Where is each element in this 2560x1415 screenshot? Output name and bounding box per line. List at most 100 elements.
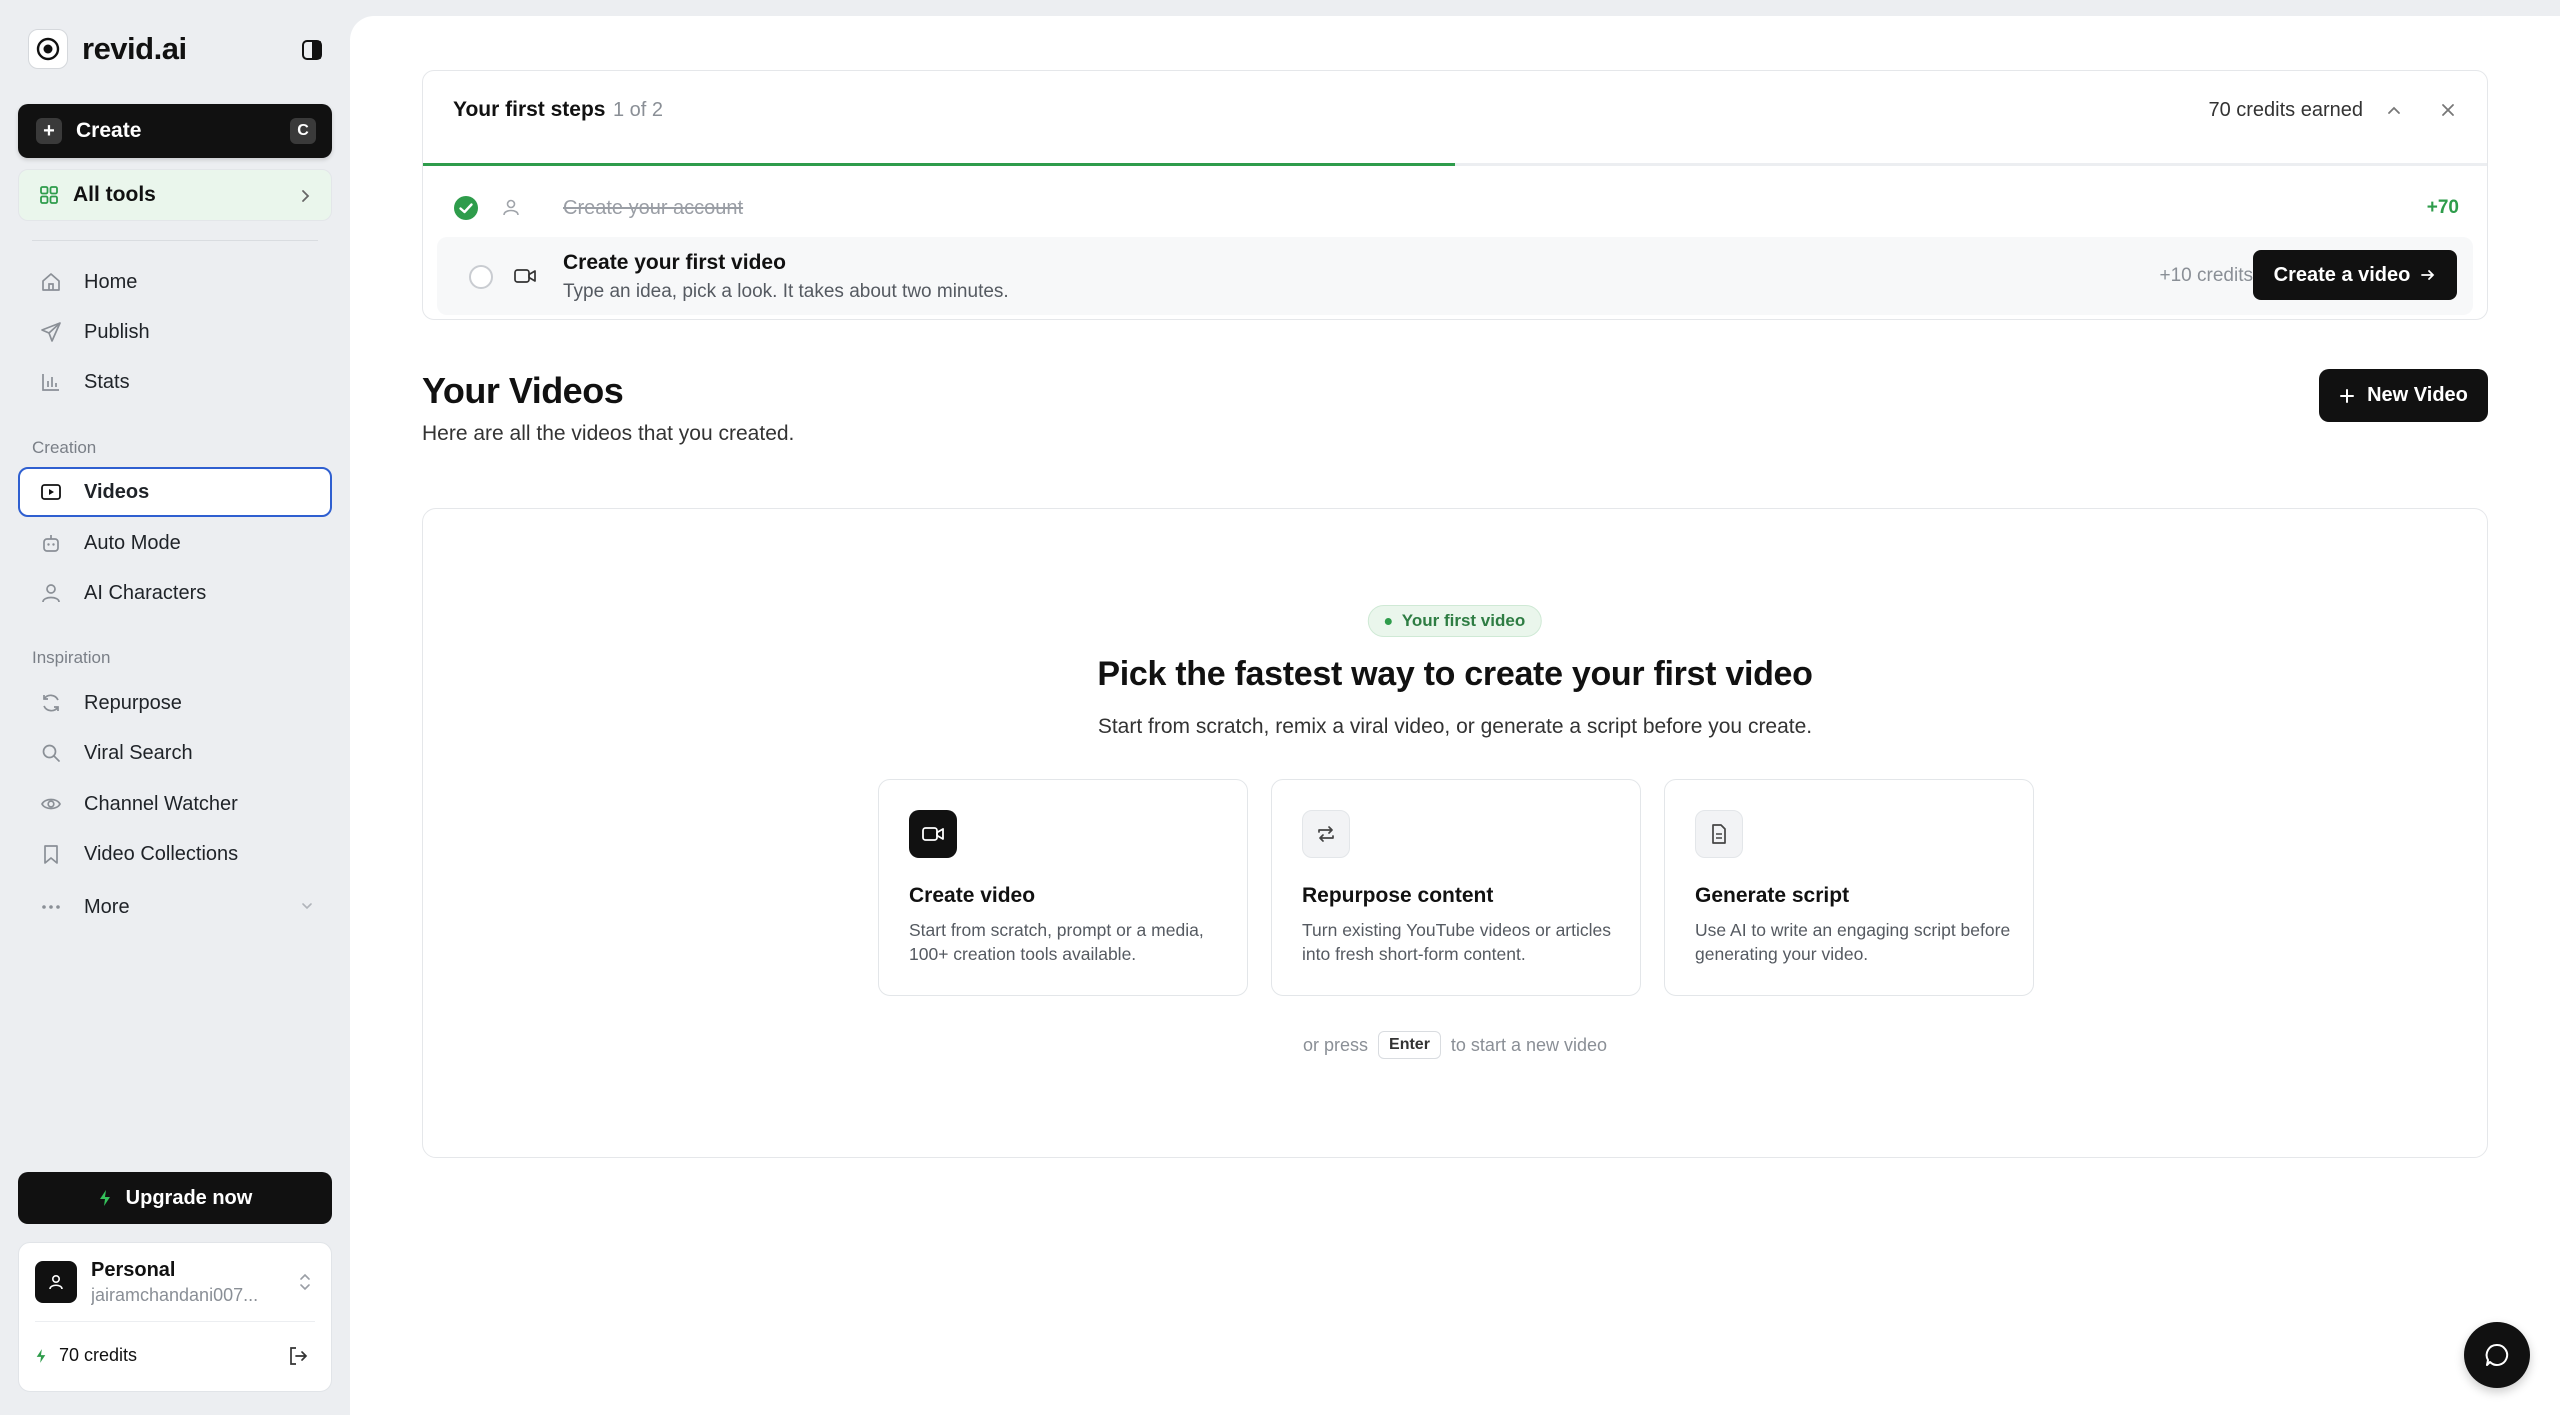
- chevron-up-icon[interactable]: [2385, 101, 2403, 119]
- user-icon: [503, 199, 519, 216]
- step-credits: +10 credits: [2159, 265, 2253, 286]
- user-icon: [49, 1274, 63, 1290]
- sidebar-item-label: AI Characters: [84, 581, 207, 604]
- section-label-inspiration: Inspiration: [32, 648, 111, 667]
- bar-chart-icon: [42, 374, 59, 391]
- brand[interactable]: revid.ai: [28, 29, 187, 69]
- eye-icon: [41, 798, 61, 810]
- sidebar: revid.ai + Create C All tools Home Publi…: [0, 0, 350, 1415]
- upgrade-button[interactable]: Upgrade now: [18, 1172, 332, 1224]
- option-repurpose-content[interactable]: Repurpose content Turn existing YouTube …: [1271, 779, 1641, 996]
- step-credits: +70: [2426, 197, 2459, 218]
- grid-icon: [40, 186, 58, 204]
- step-label: Create your account: [563, 197, 744, 219]
- video-icon: [41, 484, 61, 500]
- option-title: Repurpose content: [1302, 884, 1494, 907]
- sidebar-item-label: Auto Mode: [84, 531, 181, 554]
- sidebar-item-label: More: [84, 895, 130, 918]
- new-video-label: New Video: [2367, 384, 2468, 406]
- progress-fill: [423, 163, 1455, 166]
- sidebar-item-label: Viral Search: [84, 741, 193, 764]
- refresh-icon: [43, 694, 59, 712]
- step-create-account: Create your account +70: [453, 191, 2459, 227]
- sidebar-item-label: Stats: [84, 370, 130, 393]
- first-video-badge: Your first video: [1367, 605, 1543, 637]
- create-a-video-button[interactable]: Create a video: [2253, 250, 2457, 300]
- create-a-video-label: Create a video: [2273, 263, 2411, 286]
- option-create-video[interactable]: Create video Start from scratch, prompt …: [878, 779, 1248, 996]
- section-label-creation: Creation: [32, 438, 97, 457]
- credits-label: 70 credits: [59, 1345, 138, 1365]
- more-dots-icon: [42, 905, 60, 909]
- sidebar-item-label: Video Collections: [84, 842, 239, 865]
- create-button[interactable]: + Create C: [18, 104, 332, 158]
- option-generate-script[interactable]: Generate script Use AI to write an engag…: [1664, 779, 2034, 996]
- send-icon: [41, 322, 61, 342]
- sidebar-item-auto-mode[interactable]: Auto Mode: [18, 518, 332, 568]
- video-camera-icon: [514, 269, 536, 283]
- sidebar-item-label: Channel Watcher: [84, 792, 238, 815]
- option-description: Start from scratch, prompt or a media, 1…: [909, 920, 1204, 964]
- first-steps-progress-bar: [423, 163, 2487, 166]
- enter-key: Enter: [1378, 1031, 1441, 1059]
- keyboard-hint: or press Enter to start a new video: [423, 1031, 2487, 1059]
- first-steps-card: Your first steps 1 of 2 70 credits earne…: [422, 70, 2488, 320]
- sidebar-item-ai-characters[interactable]: AI Characters: [18, 568, 332, 618]
- step-description: Type an idea, pick a look. It takes abou…: [563, 281, 1009, 302]
- step-radio[interactable]: [469, 265, 493, 289]
- user-icon: [42, 584, 60, 603]
- brand-name: revid.ai: [82, 31, 187, 66]
- credits-earned: 70 credits earned: [2208, 99, 2363, 121]
- new-video-button[interactable]: New Video: [2319, 369, 2488, 422]
- search-icon: [42, 744, 60, 762]
- chevron-up-down-icon[interactable]: [297, 1271, 313, 1293]
- chat-support-button[interactable]: [2464, 1322, 2530, 1388]
- step-create-first-video: Create your first video Type an idea, pi…: [437, 237, 2473, 315]
- arrow-right-icon: [2421, 270, 2435, 280]
- empty-state-subtitle: Start from scratch, remix a viral video,…: [1097, 715, 1813, 738]
- sidebar-item-label: Publish: [84, 320, 150, 343]
- lightning-icon: [36, 1348, 46, 1363]
- robot-icon: [43, 535, 59, 552]
- sidebar-item-viral-search[interactable]: Viral Search: [18, 728, 332, 778]
- repeat-icon: [1302, 810, 1350, 858]
- badge-dot: [1384, 617, 1392, 625]
- logout-icon[interactable]: [287, 1345, 309, 1367]
- first-steps-title: Your first steps: [453, 98, 606, 121]
- account-name: Personal: [91, 1259, 176, 1281]
- close-icon[interactable]: [2439, 101, 2457, 119]
- sidebar-toggle-icon[interactable]: [300, 38, 324, 62]
- avatar[interactable]: [35, 1261, 77, 1303]
- sidebar-item-repurpose[interactable]: Repurpose: [18, 678, 332, 728]
- sidebar-item-channel-watcher[interactable]: Channel Watcher: [18, 779, 332, 829]
- step-label: Create your first video: [563, 251, 786, 274]
- badge-label: Your first video: [1401, 611, 1526, 630]
- lightning-icon: [99, 1190, 110, 1206]
- brand-logo-icon: [28, 29, 68, 69]
- document-icon: [1695, 810, 1743, 858]
- sidebar-item-video-collections[interactable]: Video Collections: [18, 829, 332, 879]
- hint-suffix: to start a new video: [1450, 1034, 1608, 1055]
- upgrade-label: Upgrade now: [125, 1186, 253, 1209]
- option-title: Create video: [909, 884, 1036, 907]
- sidebar-divider: [32, 240, 318, 241]
- option-title: Generate script: [1695, 884, 1850, 907]
- create-label: Create: [76, 119, 142, 142]
- video-camera-icon: [909, 810, 957, 858]
- main-panel: Your first steps 1 of 2 70 credits earne…: [350, 16, 2560, 1415]
- empty-state-headline: Pick the fastest way to create your firs…: [1097, 655, 1813, 693]
- option-description: Use AI to write an engaging script befor…: [1695, 920, 2011, 964]
- chat-bubble-icon: [2485, 1343, 2509, 1366]
- all-tools-button[interactable]: All tools: [18, 169, 332, 221]
- sidebar-item-stats[interactable]: Stats: [18, 357, 332, 407]
- sidebar-item-videos[interactable]: Videos: [18, 467, 332, 517]
- create-shortcut: C: [290, 118, 316, 144]
- all-tools-label: All tools: [73, 183, 156, 206]
- sidebar-item-home[interactable]: Home: [18, 257, 332, 307]
- page-subtitle: Here are all the videos that you created…: [422, 422, 795, 445]
- sidebar-item-more[interactable]: More: [18, 882, 332, 932]
- plus-icon: [2340, 388, 2355, 403]
- account-email: jairamchandani007...: [91, 1285, 259, 1305]
- sidebar-item-publish[interactable]: Publish: [18, 307, 332, 357]
- sidebar-item-label: Videos: [84, 480, 150, 503]
